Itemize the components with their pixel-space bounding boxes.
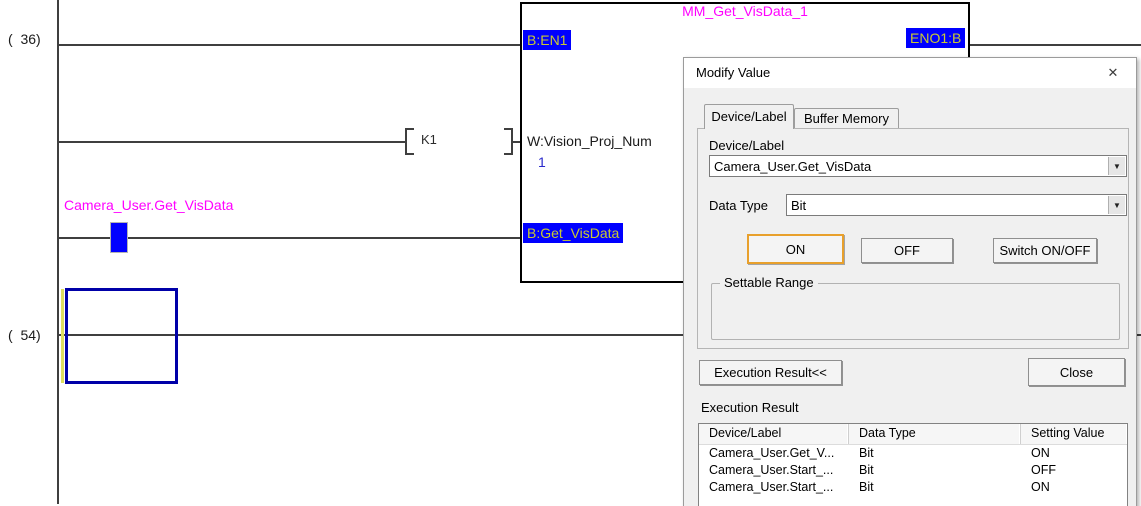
- cell-setting-value: ON: [1031, 446, 1050, 460]
- constant-k1[interactable]: K1: [421, 132, 437, 147]
- edit-cursor-tick: [61, 289, 64, 383]
- close-icon[interactable]: ✕: [1094, 58, 1132, 88]
- table-header-row: Device/Label Data Type Setting Value: [699, 424, 1127, 445]
- edit-cursor[interactable]: [65, 288, 178, 384]
- column-header-device-label: Device/Label: [699, 424, 849, 444]
- execution-result-caption: Execution Result: [701, 400, 799, 415]
- cell-setting-value: OFF: [1031, 463, 1056, 477]
- data-type-combobox-value: Bit: [791, 198, 807, 213]
- table-row[interactable]: Camera_User.Get_V... Bit ON: [699, 445, 1127, 462]
- column-header-data-type: Data Type: [849, 424, 1021, 444]
- fb-pin-eno1[interactable]: ENO1:B: [906, 28, 966, 48]
- chevron-down-icon[interactable]: ▼: [1108, 196, 1125, 214]
- dialog-titlebar[interactable]: Modify Value ✕: [684, 58, 1136, 88]
- fb-pin-get-visdata[interactable]: B:Get_VisData: [523, 223, 624, 243]
- switch-on-off-button[interactable]: Switch ON/OFF: [993, 238, 1097, 263]
- constant-open-bracket: [405, 128, 414, 155]
- execution-result-toggle-button[interactable]: Execution Result<<: [699, 360, 842, 385]
- modify-value-dialog: Modify Value ✕ Device/Label Buffer Memor…: [683, 57, 1137, 506]
- power-rail: [57, 0, 59, 504]
- rung-number-36: ( 36): [8, 31, 41, 47]
- fb-pin-en1[interactable]: B:EN1: [523, 30, 572, 50]
- branch-wire: [58, 141, 405, 143]
- table-row[interactable]: Camera_User.Start_... Bit OFF: [699, 462, 1127, 479]
- device-label-combobox[interactable]: Camera_User.Get_VisData ▼: [709, 155, 1127, 177]
- cell-setting-value: ON: [1031, 480, 1050, 494]
- cell-data-type: Bit: [859, 480, 874, 494]
- data-type-caption: Data Type: [709, 198, 769, 213]
- dialog-title: Modify Value: [696, 65, 771, 80]
- contact-on-state[interactable]: [110, 222, 128, 253]
- column-header-setting-value: Setting Value: [1021, 424, 1127, 444]
- device-label-caption: Device/Label: [709, 138, 785, 153]
- rung-36-wire: [58, 44, 520, 46]
- device-label-combobox-value: Camera_User.Get_VisData: [714, 159, 872, 174]
- cell-data-type: Bit: [859, 463, 874, 477]
- chevron-down-icon[interactable]: ▼: [1108, 157, 1125, 175]
- rung-number-54: ( 54): [8, 327, 41, 343]
- cell-device-label: Camera_User.Start_...: [709, 480, 834, 494]
- contact-label: Camera_User.Get_VisData: [64, 197, 234, 213]
- function-block-title: MM_Get_VisData_1: [682, 3, 808, 19]
- close-button[interactable]: Close: [1028, 358, 1125, 386]
- device-label-tab-pane: Device/Label Camera_User.Get_VisData ▼ D…: [697, 128, 1129, 349]
- settable-range-caption: Settable Range: [720, 275, 818, 290]
- cell-device-label: Camera_User.Get_V...: [709, 446, 835, 460]
- fb-pin-proj-num-value: 1: [538, 154, 546, 170]
- constant-close-bracket: [504, 128, 513, 155]
- execution-result-table[interactable]: Device/Label Data Type Setting Value Cam…: [698, 423, 1128, 506]
- rung-36-output-wire: [968, 44, 1141, 46]
- data-type-combobox[interactable]: Bit ▼: [786, 194, 1127, 216]
- tab-buffer-memory[interactable]: Buffer Memory: [794, 108, 899, 129]
- ladder-editor-canvas: ( 36) K1 Camera_User.Get_VisData MM_Get_…: [0, 0, 1141, 506]
- cell-data-type: Bit: [859, 446, 874, 460]
- tab-device-label[interactable]: Device/Label: [704, 104, 794, 129]
- off-button[interactable]: OFF: [861, 238, 953, 263]
- table-row[interactable]: Camera_User.Start_... Bit ON: [699, 479, 1127, 496]
- cell-device-label: Camera_User.Start_...: [709, 463, 834, 477]
- fb-pin-proj-num[interactable]: W:Vision_Proj_Num: [527, 133, 652, 149]
- settable-range-groupbox: Settable Range: [711, 275, 1120, 340]
- on-button[interactable]: ON: [747, 234, 844, 264]
